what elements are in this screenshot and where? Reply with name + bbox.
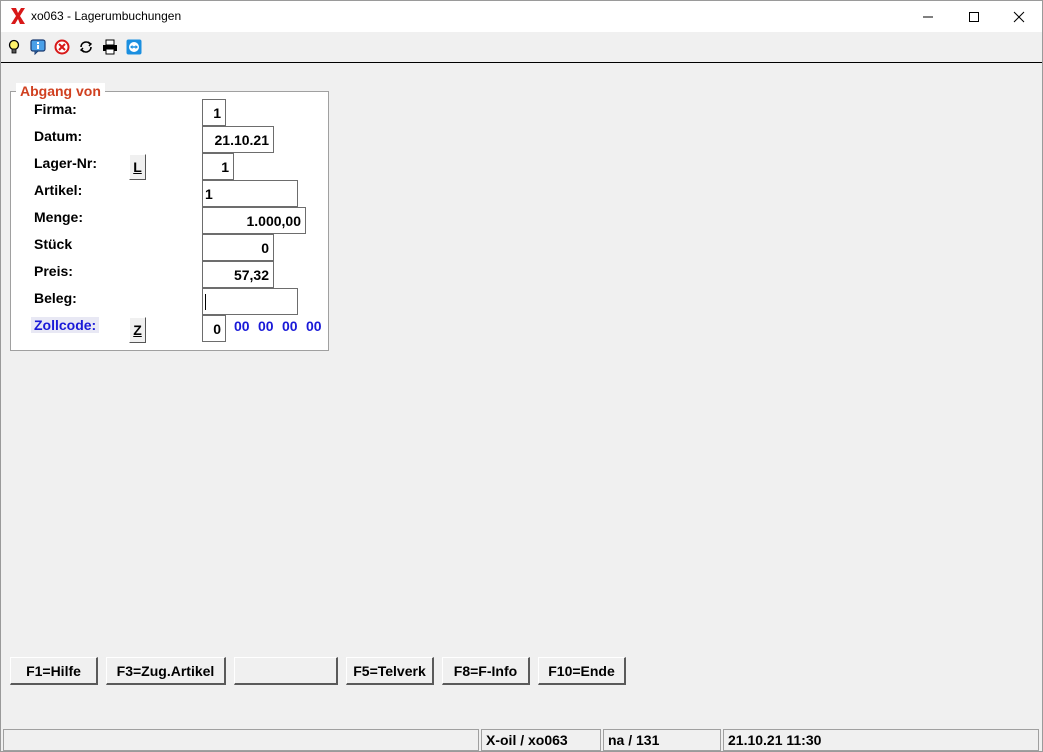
text-cursor — [205, 293, 206, 310]
empty-fkey-button[interactable] — [234, 657, 338, 685]
artikel-label: Artikel: — [34, 182, 83, 198]
zollcode-part: 00 — [282, 318, 298, 334]
window-title: xo063 - Lagerumbuchungen — [31, 9, 182, 23]
teamviewer-icon[interactable] — [125, 38, 143, 56]
preis-field[interactable]: 57,32 — [202, 261, 274, 288]
lager-lookup-button[interactable]: L — [129, 154, 146, 180]
f3-zug-artikel-button[interactable]: F3=Zug.Artikel — [106, 657, 226, 685]
menge-label: Menge: — [34, 209, 83, 225]
zollcode-lookup-button[interactable]: Z — [129, 317, 146, 343]
title-bar: xo063 - Lagerumbuchungen — [1, 1, 1042, 32]
close-icon — [1013, 11, 1025, 22]
zollcode-label: Zollcode: — [31, 317, 100, 333]
stueck-field[interactable]: 0 — [202, 234, 274, 261]
close-circle-icon[interactable] — [53, 38, 71, 56]
maximize-icon — [969, 11, 979, 22]
lightbulb-icon[interactable] — [5, 38, 23, 56]
beleg-label: Beleg: — [34, 290, 77, 306]
zollcode-part: 00 — [234, 318, 250, 334]
f8-finfo-button[interactable]: F8=F-Info — [442, 657, 530, 685]
f5-telverk-button[interactable]: F5=Telverk — [346, 657, 434, 685]
artikel-field[interactable]: 1 — [202, 180, 298, 207]
printer-icon[interactable] — [101, 38, 119, 56]
group-legend: Abgang von — [16, 83, 105, 99]
refresh-icon[interactable] — [77, 38, 95, 56]
zollcode-part: 00 — [306, 318, 322, 334]
datum-label: Datum: — [34, 128, 83, 144]
maximize-button[interactable] — [951, 1, 997, 32]
status-cell-empty — [3, 729, 479, 751]
zollcode-field[interactable]: 0 — [202, 315, 226, 342]
f1-help-button[interactable]: F1=Hilfe — [10, 657, 98, 685]
status-datetime: 21.10.21 11:30 — [723, 729, 1039, 751]
f10-ende-button[interactable]: F10=Ende — [538, 657, 626, 685]
x-logo-icon — [10, 7, 26, 25]
minimize-button[interactable] — [905, 1, 951, 32]
zollcode-part: 00 — [258, 318, 274, 334]
status-user: na / 131 — [603, 729, 721, 751]
status-bar: X-oil / xo063 na / 131 21.10.21 11:30 — [1, 729, 1042, 751]
preis-label: Preis: — [34, 263, 73, 279]
lager-field[interactable]: 1 — [202, 153, 234, 180]
lager-label: Lager-Nr: — [34, 155, 98, 171]
minimize-icon — [923, 16, 933, 17]
datum-field[interactable]: 21.10.21 — [202, 126, 274, 153]
toolbar — [1, 32, 1042, 63]
status-app: X-oil / xo063 — [481, 729, 601, 751]
close-button[interactable] — [996, 1, 1042, 32]
stueck-label: Stück — [34, 236, 73, 252]
info-icon[interactable] — [29, 38, 47, 56]
firma-field[interactable]: 1 — [202, 99, 226, 126]
firma-label: Firma: — [34, 101, 77, 117]
beleg-field[interactable] — [202, 288, 298, 315]
menge-field[interactable]: 1.000,00 — [202, 207, 306, 234]
